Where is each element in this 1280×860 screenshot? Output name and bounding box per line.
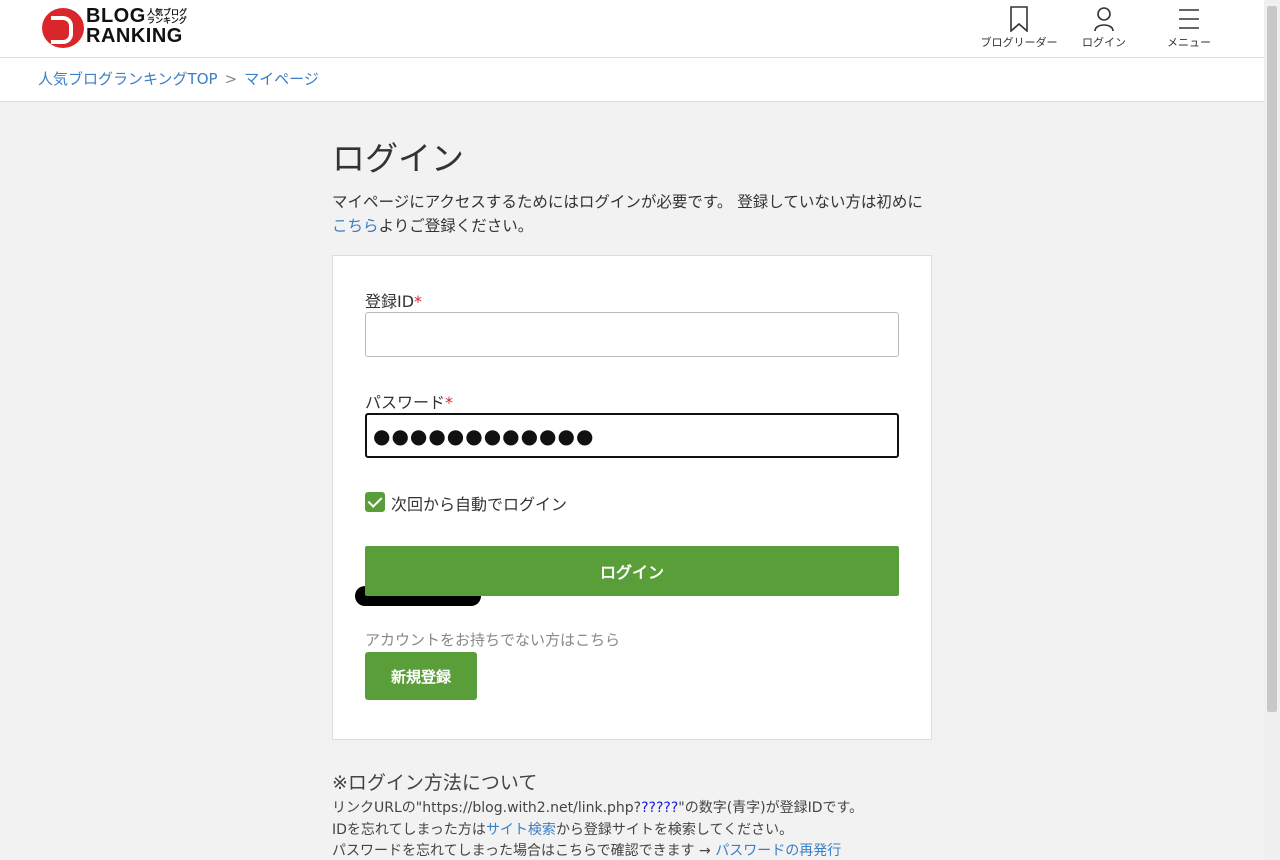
no-account-text: アカウントをお持ちでない方はこちら xyxy=(365,631,621,649)
id-label-text: 登録ID xyxy=(365,292,415,311)
login-button[interactable]: ログイン xyxy=(365,546,899,596)
nav-menu-label: メニュー xyxy=(1167,36,1211,49)
nav-blog-reader-label: ブログリーダー xyxy=(980,36,1058,49)
breadcrumb: 人気ブログランキングTOP > マイページ xyxy=(38,68,319,89)
nav-menu[interactable]: メニュー xyxy=(1160,6,1218,50)
page-title: ログイン xyxy=(332,139,464,178)
scrollbar-thumb[interactable] xyxy=(1267,6,1277,712)
intro-text-after: よりご登録ください。 xyxy=(378,217,534,235)
logo-text-top: BLOG xyxy=(86,5,146,27)
blog-ranking-logo[interactable]: BLOG RANKING 人気ブログランキング xyxy=(42,6,192,50)
note1-after: "の数字(青字)が登録IDです。 xyxy=(678,800,864,816)
intro-text: マイページにアクセスするためにはログインが必要です。 登録していない方は初めにこ… xyxy=(332,190,932,238)
auto-login-checkbox[interactable] xyxy=(365,492,385,512)
logo-subtitle: 人気ブログランキング xyxy=(147,8,187,25)
login-id-input[interactable] xyxy=(365,312,899,357)
password-field-label: パスワード* xyxy=(365,389,453,413)
breadcrumb-bar: 人気ブログランキングTOP > マイページ xyxy=(0,58,1264,102)
logo-mark-icon xyxy=(42,8,84,48)
note2-before: IDを忘れてしまった方は xyxy=(332,822,486,838)
hamburger-icon xyxy=(1179,9,1199,29)
password-reissue-link[interactable]: パスワードの再発行 xyxy=(715,843,841,859)
register-here-link[interactable]: こちら xyxy=(332,217,379,235)
breadcrumb-current-link[interactable]: マイページ xyxy=(244,70,319,88)
site-header: BLOG RANKING 人気ブログランキング ブログリーダー ログイン メニュ… xyxy=(0,0,1264,58)
user-icon xyxy=(1094,7,1114,32)
login-note-2: IDを忘れてしまった方はサイト検索から登録サイトを検索してください。 xyxy=(332,819,793,839)
note1-before: リンクURLの"https://blog.with2.net/link.php? xyxy=(332,800,642,816)
login-note-1: リンクURLの"https://blog.with2.net/link.php?… xyxy=(332,797,863,817)
login-note-3: パスワードを忘れてしまった場合はこちらで確認できます → パスワードの再発行 xyxy=(332,840,841,860)
intro-text-before: マイページにアクセスするためにはログインが必要です。 登録していない方は初めに xyxy=(332,193,923,211)
note1-blue-id: ????? xyxy=(641,800,679,816)
nav-blog-reader[interactable]: ブログリーダー xyxy=(980,6,1058,50)
bookmark-icon xyxy=(1010,6,1028,32)
login-form-card: 登録ID* パスワード* ●●●●●●●●●●●● 次回から自動でログイン ログ… xyxy=(332,255,932,740)
signup-button[interactable]: 新規登録 xyxy=(365,652,477,700)
nav-login-label: ログイン xyxy=(1082,36,1126,49)
note3-before: パスワードを忘れてしまった場合はこちらで確認できます → xyxy=(332,843,716,859)
breadcrumb-separator: > xyxy=(224,70,238,88)
login-notes-title: ※ログイン方法について xyxy=(332,772,538,794)
breadcrumb-home-link[interactable]: 人気ブログランキングTOP xyxy=(38,70,218,88)
auto-login-label[interactable]: 次回から自動でログイン xyxy=(391,491,567,515)
logo-text-bottom: RANKING xyxy=(86,25,183,47)
note2-after: から登録サイトを検索してください。 xyxy=(555,822,794,838)
site-search-link[interactable]: サイト検索 xyxy=(486,822,556,838)
nav-login[interactable]: ログイン xyxy=(1075,6,1133,50)
password-masked-value: ●●●●●●●●●●●● xyxy=(373,424,595,448)
required-mark: * xyxy=(414,292,423,311)
id-field-label: 登録ID* xyxy=(365,288,422,312)
password-label-text: パスワード xyxy=(365,393,446,412)
required-mark: * xyxy=(445,393,454,412)
